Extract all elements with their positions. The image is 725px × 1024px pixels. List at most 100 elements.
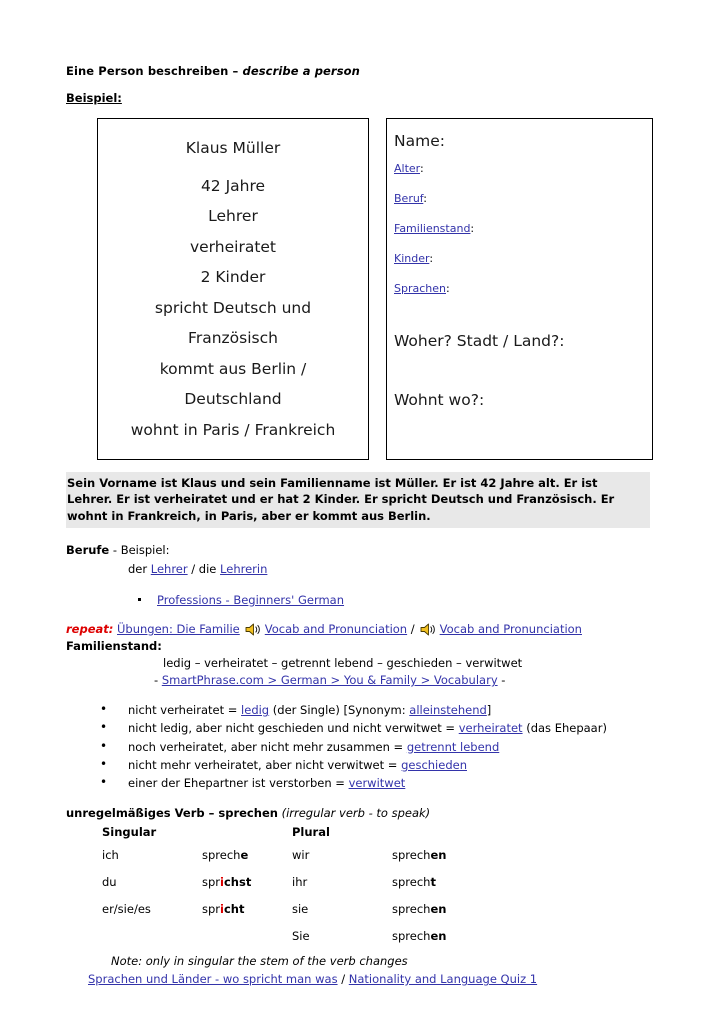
nationality-quiz-link[interactable]: Nationality and Language Quiz 1 [349, 972, 537, 986]
pl-ending: t [430, 875, 436, 890]
sg-mid: ch [223, 902, 239, 917]
page-title-en: describe a person [242, 64, 360, 78]
form-field-alter-colon: : [420, 162, 424, 175]
table-header-row: Singular Plural [102, 825, 446, 848]
sg-stem: spr [202, 902, 221, 917]
verheiratet-link[interactable]: verheiratet [459, 721, 523, 735]
pl-stem: sprech [392, 929, 431, 944]
alleinstehend-link[interactable]: alleinstehend [409, 703, 487, 717]
form-field-familienstand-link[interactable]: Familienstand [394, 222, 470, 235]
square-bullet-icon [138, 597, 141, 601]
page-title-de: Eine Person beschreiben [66, 64, 229, 78]
pl-pronoun: sie [292, 902, 309, 917]
repeat-separator: / [410, 621, 415, 636]
pl-form: sprecht [392, 875, 446, 902]
pl-pronoun: wir [292, 848, 310, 863]
form-spacer [394, 311, 652, 331]
item-pre: nicht mehr verheiratet, aber nicht verwi… [128, 757, 402, 772]
col-header-singular-form [202, 825, 292, 848]
footer-separator: / [337, 972, 349, 987]
lehrerin-link[interactable]: Lehrerin [220, 562, 267, 576]
item-pre: einer der Ehepartner ist verstorben = [128, 775, 349, 790]
pl-pronoun: ihr [292, 875, 308, 890]
example-line: Deutschland [184, 390, 282, 408]
smartphrase-link[interactable]: SmartPhrase.com > German > You & Family … [162, 673, 498, 687]
list-item: einer der Ehepartner ist verstorben = ve… [100, 773, 656, 792]
example-line: 42 Jahre [200, 176, 266, 195]
berufe-heading-rest: - Beispiel: [109, 542, 170, 557]
list-item: nicht mehr verheiratet, aber nicht verwi… [100, 755, 656, 774]
form-field-alter-link[interactable]: Alter [394, 162, 420, 175]
vocab-pronunciation-link-1[interactable]: Vocab and Pronunciation [265, 622, 407, 636]
example-line: Französisch [188, 329, 278, 347]
form-field-sprachen-link[interactable]: Sprachen [394, 282, 446, 295]
sg-form: spreche [202, 848, 292, 875]
repeat-row: repeat: Übungen: Die Familie Vocab and Pr… [66, 621, 656, 638]
verwitwet-link[interactable]: verwitwet [349, 776, 406, 790]
form-field-beruf-link[interactable]: Beruf [394, 192, 423, 205]
example-line: verheiratet [189, 237, 277, 256]
form-field-beruf: Beruf: [394, 191, 652, 207]
col-header-plural: Plural [292, 825, 330, 840]
sg-pronoun: ich [102, 848, 119, 863]
pl-ending: en [430, 929, 447, 944]
form-field-sprachen-colon: : [446, 282, 450, 295]
professions-link[interactable]: Professions - Beginners' German [157, 593, 344, 607]
page-title-dash: – [228, 64, 243, 78]
uebungen-familie-link[interactable]: Übungen: Die Familie [117, 622, 240, 636]
sg-ending: t [239, 902, 245, 917]
form-field-woher-label: Woher? Stadt / Land?: [394, 332, 565, 350]
pl-pronoun: Sie [292, 929, 310, 944]
familienstand-definition-list: nicht verheiratet = ledig (der Single) [… [66, 700, 656, 792]
example-line: spricht Deutsch und [154, 298, 312, 317]
item-post2: ] [486, 703, 492, 718]
berufe-prefix: der [128, 561, 151, 576]
example-line: 2 Kinder [200, 268, 266, 286]
form-spacer [394, 361, 652, 390]
form-card: Name: Alter: Beruf: Familienstand: Kinde… [386, 118, 653, 460]
verb-note: Note: only in singular the stem of the v… [111, 954, 408, 969]
example-line: Klaus Müller [185, 139, 281, 157]
geschieden-link[interactable]: geschieden [401, 758, 467, 772]
sprachen-laender-link[interactable]: Sprachen und Länder - wo spricht man was [88, 972, 338, 986]
pl-form: sprechen [392, 848, 446, 875]
conjugation-table: Singular Plural ich spreche wir sprechen… [102, 825, 446, 956]
document-page: Eine Person beschreiben – describe a per… [0, 0, 725, 1024]
sg-ending: st [239, 875, 252, 890]
pl-ending: en [430, 902, 447, 917]
document-body: Eine Person beschreiben – describe a per… [66, 64, 656, 988]
sg-ending: e [240, 848, 249, 863]
speaker-icon[interactable] [245, 623, 262, 636]
list-item: noch verheiratet, aber nicht mehr zusamm… [100, 737, 656, 756]
form-field-kinder-colon: : [429, 252, 434, 265]
form-field-familienstand: Familienstand: [394, 221, 652, 237]
example-card: Klaus Müller 42 Jahre Lehrer verheiratet… [97, 118, 369, 460]
source-prefix: - [154, 673, 162, 688]
pl-ending: en [430, 848, 447, 863]
lehrer-link[interactable]: Lehrer [151, 562, 188, 576]
sg-stem: sprech [202, 848, 241, 863]
pl-form: sprechen [392, 929, 446, 956]
item-pre: nicht verheiratet = [128, 703, 242, 718]
sg-pronoun [102, 929, 202, 956]
familienstand-heading: Familienstand: [66, 639, 162, 654]
form-field-alter: Alter: [394, 161, 652, 177]
col-header-singular: Singular [102, 825, 157, 840]
vocab-pronunciation-link-2[interactable]: Vocab and Pronunciation [440, 622, 582, 636]
table-row: ich spreche wir sprechen [102, 848, 446, 875]
ledig-link[interactable]: ledig [241, 703, 269, 717]
form-field-familienstand-colon: : [470, 222, 475, 235]
example-line: kommt aus Berlin / [159, 359, 307, 378]
berufe-heading: Berufe - Beispiel: [66, 542, 656, 559]
sg-form: spricht [202, 902, 292, 929]
example-boxes: Klaus Müller 42 Jahre Lehrer verheiratet… [66, 118, 656, 460]
professions-bullet-row: Professions - Beginners' German [66, 593, 656, 607]
pl-stem: sprech [392, 875, 431, 890]
pl-stem: sprech [392, 848, 431, 863]
getrennt-lebend-link[interactable]: getrennt lebend [407, 740, 499, 754]
repeat-label: repeat: [66, 621, 114, 636]
form-field-kinder-link[interactable]: Kinder [394, 252, 429, 265]
sg-pronoun: er/sie/es [102, 902, 151, 917]
item-pre: noch verheiratet, aber nicht mehr zusamm… [128, 739, 407, 754]
speaker-icon[interactable] [420, 623, 437, 636]
